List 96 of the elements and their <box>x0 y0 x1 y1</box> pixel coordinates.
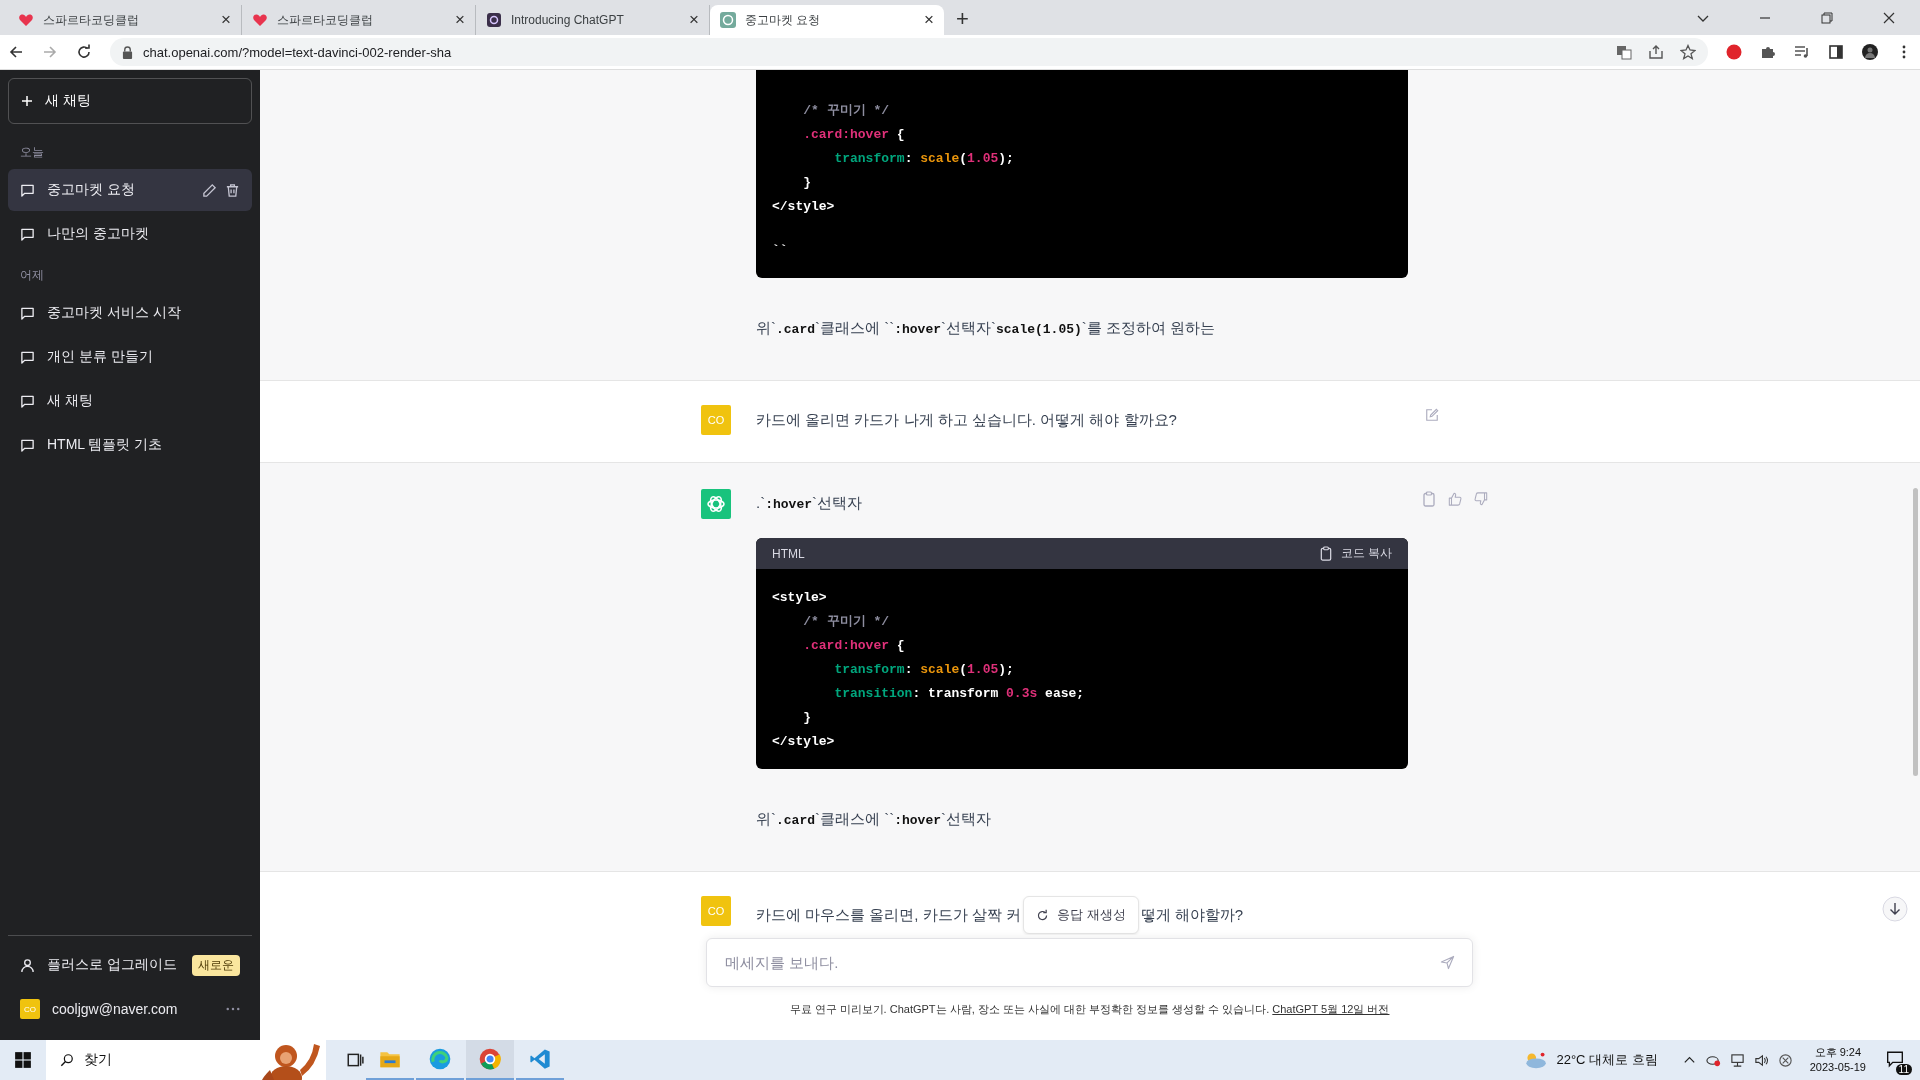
new-tab-button[interactable]: + <box>956 6 969 32</box>
code-line: <style> <box>772 589 827 607</box>
notification-button[interactable]: 11 <box>1882 1045 1912 1075</box>
chat-bubble-icon <box>20 226 35 242</box>
code-line: .card:hover { <box>802 637 905 655</box>
close-icon[interactable] <box>1881 10 1897 26</box>
message-text: 카드에 마우스를 올리면, 카드가 살짝 커 <box>756 905 1021 925</box>
more-icon[interactable] <box>226 1007 240 1011</box>
close-tab-button[interactable]: × <box>689 10 699 30</box>
code-line: /* 꾸미기 */ <box>802 102 889 120</box>
app-icon <box>486 12 502 28</box>
upgrade-item[interactable]: 플러스로 업그레이드 새로운 <box>8 944 252 986</box>
browser-tab[interactable]: 중고마켓 요청 × <box>710 5 944 35</box>
reload-icon[interactable] <box>76 44 92 60</box>
chat-history-item[interactable]: 새 채팅 <box>8 380 252 422</box>
thumbs-down-icon[interactable] <box>1474 491 1488 507</box>
section-heading: 오늘 <box>19 144 45 161</box>
close-tab-button[interactable]: × <box>924 10 934 30</box>
chat-history-item[interactable]: 중고마켓 서비스 시작 <box>8 292 252 334</box>
heart-icon <box>18 12 34 28</box>
lock-icon <box>122 45 133 59</box>
version-link[interactable]: ChatGPT 5월 12일 버전 <box>1272 1003 1390 1015</box>
chat-history-item[interactable]: HTML 템플릿 기초 <box>8 424 252 466</box>
user-avatar: CO <box>20 999 40 1019</box>
heart-icon <box>252 12 268 28</box>
speaker-icon[interactable] <box>1753 1052 1769 1068</box>
scroll-down-button[interactable] <box>1882 896 1908 922</box>
avatar-icon[interactable] <box>1862 44 1878 60</box>
message-text: 떻게 해야할까? <box>1140 905 1244 925</box>
assistant-avatar-icon <box>701 489 731 519</box>
windows-icon[interactable] <box>14 1051 32 1069</box>
code-line: transform: scale(1.05); <box>833 150 1014 168</box>
copy-code-button[interactable]: 코드 복사 <box>1319 545 1392 562</box>
chat-bubble-icon <box>20 182 35 198</box>
code-language: HTML <box>772 546 805 561</box>
close-tab-button[interactable]: × <box>221 10 231 30</box>
message-input[interactable]: 메세지를 보내다. <box>706 938 1473 987</box>
chat-history-item[interactable]: 중고마켓 요청 <box>8 169 252 211</box>
close-tab-button[interactable]: × <box>455 10 465 30</box>
disclaimer-text: 무료 연구 미리보기. ChatGPT는 사람, 장소 또는 사실에 대한 부정확한 정보를 생성할 수 있습니다. ChatGPT 5월 12일 버전 <box>788 1002 1391 1017</box>
chat-history-item[interactable]: 나만의 중고마켓 <box>8 213 252 255</box>
clock-date[interactable]: 2023-05-19 <box>1809 1060 1866 1075</box>
code-line: transform: scale(1.05); <box>833 661 1014 679</box>
refresh-icon <box>1036 908 1049 922</box>
chat-bubble-icon <box>20 437 35 453</box>
regenerate-button[interactable]: 응답 재생성 <box>1023 896 1139 934</box>
restore-icon[interactable] <box>1819 10 1835 26</box>
chat-history-item[interactable]: 개인 분류 만들기 <box>8 336 252 378</box>
code-line: </style> <box>772 198 835 216</box>
network-icon[interactable] <box>1729 1052 1745 1068</box>
new-badge: 새로운 <box>192 954 240 976</box>
weather-text[interactable]: 22°C 대체로 흐림 <box>1556 1051 1658 1069</box>
search-icon <box>60 1053 74 1067</box>
account-item[interactable]: CO cooljgw@naver.com <box>8 988 252 1030</box>
star-icon[interactable] <box>1680 44 1696 60</box>
address-bar[interactable]: chat.openai.com/?model=text-davinci-002-render-sha <box>110 38 1708 66</box>
chat-bubble-icon <box>20 393 35 409</box>
thumbs-up-icon[interactable] <box>1448 491 1462 507</box>
message-text: 위`.card`클래스에 ``:hover`선택자`scale(1.05)`를 조정하여 원하는 <box>756 318 1217 339</box>
clipboard-icon[interactable] <box>1422 491 1436 507</box>
message-text: .`:hover`선택자 <box>756 493 863 514</box>
share-icon[interactable] <box>1648 44 1664 60</box>
code-line: } <box>802 174 811 192</box>
message-text: 위`.card`클래스에 ``:hover`선택자 <box>756 809 992 830</box>
user-avatar: CO <box>701 405 731 435</box>
scrollbar-thumb[interactable] <box>1913 488 1918 776</box>
code-line: transition: transform 0.3s ease; <box>833 685 1085 703</box>
back-icon[interactable] <box>8 44 24 60</box>
trash-icon[interactable] <box>225 182 240 198</box>
user-avatar: CO <box>701 896 731 926</box>
chat-bubble-icon <box>20 349 35 365</box>
taskbar-app[interactable] <box>466 1040 514 1080</box>
pencil-icon[interactable] <box>202 182 217 198</box>
blocked-icon[interactable] <box>1777 1052 1793 1068</box>
clipboard-icon <box>1319 546 1332 561</box>
code-line: } <box>802 709 811 727</box>
code-line: </style> <box>772 733 835 751</box>
code-line: `` <box>772 242 788 260</box>
playlist-icon[interactable] <box>1794 44 1810 60</box>
swirl-icon <box>429 1048 451 1070</box>
plus-icon <box>21 95 33 107</box>
chat-bubble-icon <box>20 305 35 321</box>
clock-time[interactable]: 오후 9:24 <box>1814 1045 1862 1060</box>
translate-icon[interactable] <box>1616 44 1632 60</box>
person-icon <box>20 957 35 973</box>
ribbon-icon <box>529 1048 551 1070</box>
side-panel-icon[interactable] <box>1828 44 1844 60</box>
task-view-icon[interactable] <box>346 1051 364 1069</box>
new-chat-button[interactable]: 새 채팅 <box>8 78 252 124</box>
puzzle-icon[interactable] <box>1760 44 1776 60</box>
code-line: .card:hover { <box>802 126 905 144</box>
code-line: /* 꾸미기 */ <box>802 613 889 631</box>
section-heading: 어제 <box>19 267 45 284</box>
chrome-icon <box>479 1048 501 1070</box>
notification-count: 11 <box>1895 1064 1912 1075</box>
message-text: 카드에 올리면 카드가 나게 하고 싶습니다. 어떻게 해야 할까요? <box>756 410 1177 430</box>
